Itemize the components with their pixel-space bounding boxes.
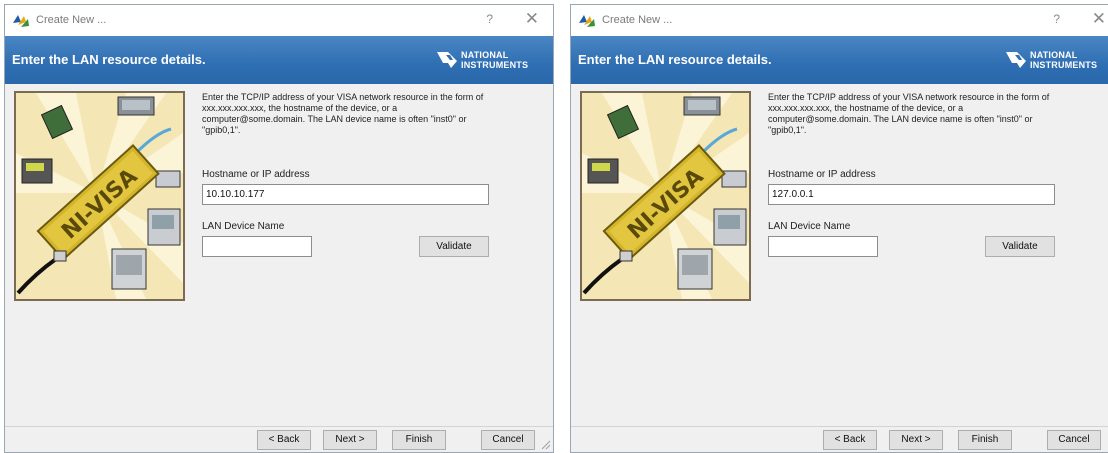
ni-visa-illustration: NI-VISA: [580, 91, 751, 301]
hostname-label: Hostname or IP address: [202, 169, 310, 180]
instructions-text: Enter the TCP/IP address of your VISA ne…: [768, 92, 1050, 135]
app-logo-icon: [13, 15, 29, 27]
lan-device-name-label: LAN Device Name: [768, 221, 851, 232]
logo-text-instruments: INSTRUMENTS: [1030, 60, 1098, 70]
logo-text-instruments: INSTRUMENTS: [461, 60, 529, 70]
cancel-button[interactable]: Cancel: [481, 430, 535, 450]
logo-text-national: NATIONAL: [1030, 50, 1078, 60]
cancel-button[interactable]: Cancel: [1047, 430, 1101, 450]
ni-eagle-icon: [437, 52, 457, 68]
close-icon[interactable]: ✕: [525, 9, 539, 29]
lan-device-name-input[interactable]: [202, 236, 312, 257]
next-button[interactable]: Next >: [323, 430, 377, 450]
logo-text-national: NATIONAL: [461, 50, 509, 60]
app-logo-icon: [579, 15, 595, 27]
finish-button[interactable]: Finish: [958, 430, 1012, 450]
create-new-dialog-right: Create New ... ? ✕ Enter the LAN resourc…: [570, 4, 1108, 453]
back-button[interactable]: < Back: [823, 430, 877, 450]
header-banner: Enter the LAN resource details. NATIONAL…: [571, 36, 1108, 84]
ni-logo: NATIONAL INSTRUMENTS: [437, 47, 547, 73]
footer-divider: [5, 426, 553, 427]
resize-grip-icon[interactable]: [541, 440, 551, 450]
create-new-dialog-left: Create New ... ? ✕ Enter the LAN resourc…: [4, 4, 554, 453]
close-icon[interactable]: ✕: [1092, 9, 1106, 29]
help-icon[interactable]: ?: [486, 12, 493, 26]
title-bar[interactable]: Create New ... ? ✕: [571, 5, 1108, 36]
title-bar[interactable]: Create New ... ? ✕: [5, 5, 553, 36]
ni-eagle-icon: [1006, 52, 1026, 68]
window-title: Create New ...: [602, 14, 673, 26]
header-banner: Enter the LAN resource details. NATIONAL…: [5, 36, 553, 84]
ni-visa-illustration: NI-VISA: [14, 91, 185, 301]
ni-logo: NATIONAL INSTRUMENTS: [1006, 47, 1108, 73]
window-title: Create New ...: [36, 14, 107, 26]
back-button[interactable]: < Back: [257, 430, 311, 450]
instructions-text: Enter the TCP/IP address of your VISA ne…: [202, 92, 484, 135]
footer-divider: [571, 426, 1108, 427]
hostname-label: Hostname or IP address: [768, 169, 876, 180]
validate-button[interactable]: Validate: [419, 236, 489, 257]
finish-button[interactable]: Finish: [392, 430, 446, 450]
validate-button[interactable]: Validate: [985, 236, 1055, 257]
page-title: Enter the LAN resource details.: [12, 52, 206, 67]
lan-device-name-input[interactable]: [768, 236, 878, 257]
hostname-input[interactable]: 127.0.0.1: [768, 184, 1055, 205]
next-button[interactable]: Next >: [889, 430, 943, 450]
hostname-input[interactable]: 10.10.10.177: [202, 184, 489, 205]
page-title: Enter the LAN resource details.: [578, 52, 772, 67]
help-icon[interactable]: ?: [1053, 12, 1060, 26]
lan-device-name-label: LAN Device Name: [202, 221, 285, 232]
